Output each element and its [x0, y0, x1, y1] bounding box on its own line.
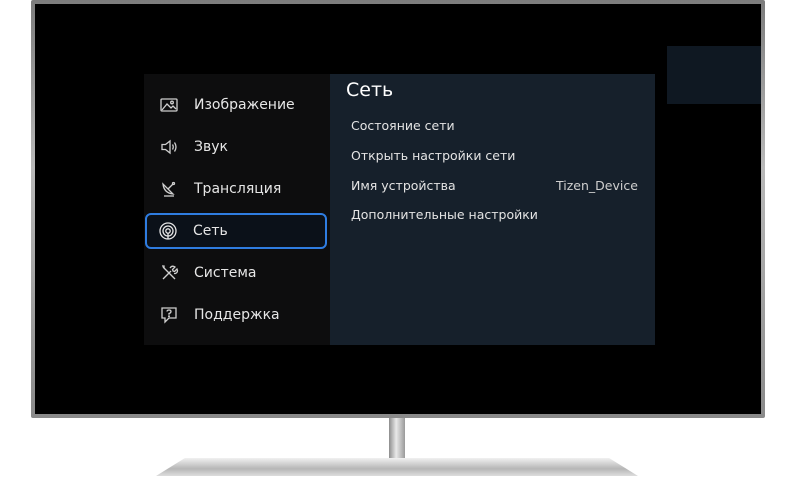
sidebar-item-label: Поддержка: [194, 307, 280, 323]
tv-stand-base: [156, 458, 638, 476]
tv-stand-neck: [389, 418, 405, 464]
speaker-icon: [158, 136, 180, 158]
screen-corner-panel: [667, 46, 761, 104]
sidebar-item-picture[interactable]: Изображение: [150, 88, 326, 122]
network-icon: [157, 220, 179, 242]
page-title: Сеть: [346, 79, 394, 101]
sidebar-item-label: Система: [194, 265, 257, 281]
tools-icon: [158, 262, 180, 284]
sidebar-item-label: Трансляция: [194, 181, 282, 197]
device-name-value: Tizen_Device: [556, 178, 638, 193]
satellite-dish-icon: [158, 178, 180, 200]
sidebar-item-broadcast[interactable]: Трансляция: [150, 172, 326, 206]
support-icon: [158, 304, 180, 326]
sidebar-item-network[interactable]: Сеть: [145, 213, 327, 249]
setting-advanced[interactable]: Дополнительные настройки: [351, 205, 538, 225]
setting-device-name[interactable]: Имя устройства: [351, 176, 456, 196]
sidebar-item-label: Звук: [194, 139, 228, 155]
sidebar-item-sound[interactable]: Звук: [150, 130, 326, 164]
setting-open-network-settings[interactable]: Открыть настройки сети: [351, 146, 515, 166]
sidebar-item-support[interactable]: Поддержка: [150, 298, 326, 332]
setting-network-status[interactable]: Состояние сети: [351, 116, 455, 136]
picture-icon: [158, 94, 180, 116]
sidebar-item-system[interactable]: Система: [150, 256, 326, 290]
sidebar-item-label: Сеть: [193, 223, 228, 239]
sidebar-item-label: Изображение: [194, 97, 295, 113]
